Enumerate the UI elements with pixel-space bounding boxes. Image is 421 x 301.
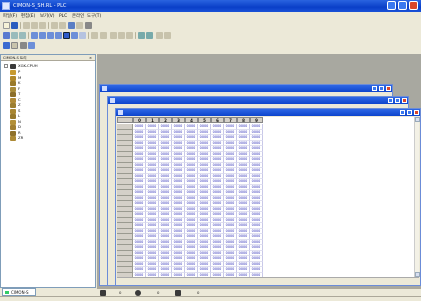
window-tab-bar: 0 0 0 (97, 288, 421, 296)
undo-icon[interactable] (51, 22, 58, 29)
grid-corner-header (117, 117, 133, 123)
menu-plc[interactable]: PLC (59, 13, 67, 20)
zoom-out-icon[interactable] (118, 32, 125, 39)
back-window-1-minimize-button[interactable] (372, 86, 377, 91)
ladder-icon[interactable] (3, 32, 10, 39)
write-icon[interactable] (39, 32, 46, 39)
back-window-1-caption (100, 85, 392, 92)
column-header[interactable]: 7 (224, 117, 237, 123)
memory-grid[interactable]: 0 1 2 3 4 5 6 7 8 9 0000 0000 0000 0000 0000 0000 0000 00… (117, 117, 414, 278)
paste-icon[interactable] (39, 22, 46, 29)
tree-device-item[interactable]: ZR (9, 135, 79, 141)
fit-icon[interactable] (126, 32, 133, 39)
project-window-icon[interactable] (3, 42, 10, 49)
search-icon[interactable] (138, 32, 145, 39)
vertical-scrollbar[interactable] (414, 117, 420, 277)
column-header[interactable]: 1 (146, 117, 159, 123)
message-window-icon[interactable] (28, 42, 35, 49)
device-icon (10, 136, 16, 141)
window-icon (110, 98, 115, 103)
find-icon[interactable] (76, 22, 83, 29)
help-icon[interactable] (85, 22, 92, 29)
app-icon (2, 2, 10, 10)
column-header[interactable]: 8 (237, 117, 250, 123)
copy-icon[interactable] (31, 22, 38, 29)
back-window-2-close-button[interactable] (402, 98, 407, 103)
toolbar-separator (28, 32, 29, 39)
new-file-icon[interactable] (3, 22, 10, 29)
column-header[interactable]: 6 (211, 117, 224, 123)
stop-icon[interactable] (71, 32, 78, 39)
status-bar (0, 296, 421, 301)
device-memory-window[interactable]: 0 1 2 3 4 5 6 7 8 9 0000 0000 0000 0000 0000 0000 0000 00… (115, 108, 421, 286)
menu-bar: 파일(F) 편집(E) 보기(V) PLC 온라인 도구(T) (0, 12, 421, 21)
toolbar-separator (48, 22, 49, 29)
zoom-in-icon[interactable] (110, 32, 117, 39)
project-tab-label: CIMON-S (11, 290, 29, 295)
horizontal-scrollbar[interactable] (117, 277, 419, 284)
print-icon[interactable] (68, 22, 75, 29)
option-icon[interactable] (156, 32, 163, 39)
maximize-button[interactable] (398, 1, 407, 10)
read-icon[interactable] (47, 32, 54, 39)
contact-icon[interactable] (11, 32, 18, 39)
window-icon (118, 110, 123, 115)
back-window-2-caption (108, 97, 408, 104)
back-window-2-maximize-button[interactable] (395, 98, 400, 103)
toolbar-plc (0, 31, 421, 41)
device-memory-caption (116, 109, 420, 116)
device-memory-maximize-button[interactable] (407, 110, 412, 115)
toolbar-view (0, 41, 421, 51)
toolbar-separator (20, 22, 21, 29)
tree-header: CIMON-S 트리 × (1, 55, 95, 61)
menu-online[interactable]: 온라인 (72, 13, 84, 20)
step-icon[interactable] (91, 32, 98, 39)
monitor-icon[interactable] (31, 32, 38, 39)
collapse-icon[interactable] (4, 64, 8, 68)
toolbar-separator (135, 32, 136, 39)
column-header[interactable]: 4 (185, 117, 198, 123)
column-header[interactable]: 0 (133, 117, 146, 123)
device-memory-minimize-button[interactable] (400, 110, 405, 115)
project-tab-icon (5, 291, 9, 294)
menu-file[interactable]: 파일(F) (3, 13, 17, 20)
column-header[interactable]: 5 (198, 117, 211, 123)
redo-icon[interactable] (59, 22, 66, 29)
column-header[interactable]: 3 (172, 117, 185, 123)
window-icon (102, 86, 107, 91)
config-icon[interactable] (164, 32, 171, 39)
mdi-workspace: 0 1 2 3 4 5 6 7 8 9 0000 0000 0000 0000 0000 0000 0000 00… (97, 54, 421, 288)
replace-icon[interactable] (146, 32, 153, 39)
menu-tools[interactable]: 도구(T) (87, 13, 101, 20)
back-window-2-minimize-button[interactable] (388, 98, 393, 103)
window-title: CIMON-S_SH.RL - PLC (13, 3, 67, 9)
device-memory-close-button[interactable] (414, 110, 419, 115)
project-tab[interactable]: CIMON-S (2, 288, 36, 296)
reset-icon[interactable] (100, 32, 107, 39)
grid-view-icon[interactable] (11, 42, 18, 49)
scroll-up-arrow-icon[interactable] (415, 117, 420, 122)
compare-icon[interactable] (55, 32, 62, 39)
menu-edit[interactable]: 편집(E) (21, 13, 35, 20)
close-pane-icon[interactable]: × (89, 55, 92, 61)
device-monitor-icon[interactable] (20, 42, 27, 49)
close-button[interactable] (409, 1, 418, 10)
menu-view[interactable]: 보기(V) (40, 13, 55, 20)
column-header[interactable]: 2 (159, 117, 172, 123)
minimize-button[interactable] (387, 1, 396, 10)
run-icon[interactable] (63, 32, 70, 39)
pause-icon[interactable] (79, 32, 86, 39)
app-title-bar: CIMON-S_SH.RL - PLC (0, 0, 421, 12)
coil-icon[interactable] (19, 32, 26, 39)
toolbar-separator (88, 32, 89, 39)
column-header[interactable]: 9 (250, 117, 263, 123)
back-window-1-close-button[interactable] (386, 86, 391, 91)
back-window-1-maximize-button[interactable] (379, 86, 384, 91)
cut-icon[interactable] (23, 22, 30, 29)
toolbar-standard (0, 21, 421, 31)
tree-device-label: ZR (18, 135, 24, 140)
save-icon[interactable] (11, 22, 18, 29)
project-tree-pane: CIMON-S 트리 × XGK-CPUH P M K F T C Z S L N D R ZR (0, 54, 96, 288)
tree-header-label: CIMON-S 트리 (3, 56, 27, 60)
